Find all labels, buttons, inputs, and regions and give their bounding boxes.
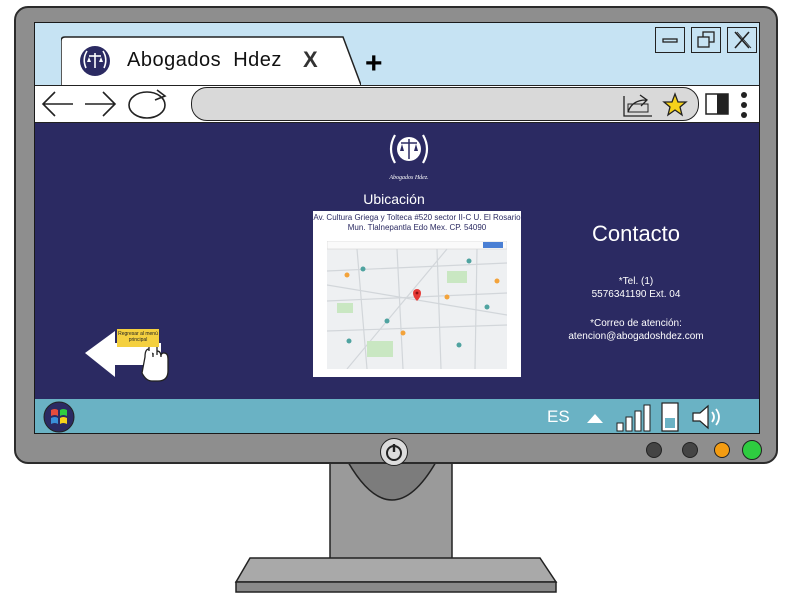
- minimize-button[interactable]: [655, 27, 685, 53]
- star-bookmark-icon[interactable]: [662, 92, 688, 118]
- tab-logo-icon: [80, 46, 110, 76]
- battery-icon[interactable]: [661, 402, 679, 432]
- location-title: Ubicación: [363, 191, 425, 207]
- monitor-led-2: [682, 442, 698, 458]
- new-tab-button[interactable]: +: [365, 49, 383, 79]
- sidebar-toggle-icon[interactable]: [705, 93, 729, 115]
- start-menu-icon[interactable]: [43, 401, 75, 433]
- monitor-led-1: [646, 442, 662, 458]
- maximize-button[interactable]: [691, 27, 721, 53]
- share-icon[interactable]: [622, 92, 654, 118]
- email-info: *Correo de atención: atencion@abogadoshd…: [543, 317, 729, 343]
- power-icon: [386, 444, 402, 461]
- forward-arrow-icon[interactable]: [83, 90, 117, 118]
- logo-caption: Abogados Hdez.: [388, 175, 428, 181]
- signal-strength-icon[interactable]: [615, 403, 657, 433]
- browser-tabbar: Abogados Hdez X +: [35, 23, 759, 85]
- close-window-button[interactable]: [727, 27, 757, 53]
- menu-kebab-icon[interactable]: [739, 90, 749, 120]
- close-icon: [734, 31, 752, 49]
- tray-expand-icon[interactable]: [585, 411, 605, 425]
- restore-icon: [697, 31, 715, 48]
- taskbar: ES: [35, 399, 759, 433]
- map-image[interactable]: [327, 241, 507, 369]
- screen: Abogados Hdez X + Abogados Hdez. Ubicaci…: [34, 22, 760, 434]
- phone-number: 5576341190 Ext. 04: [591, 289, 681, 300]
- minimize-icon: [662, 38, 678, 43]
- browser-navbar: [35, 85, 759, 123]
- reload-icon[interactable]: [125, 88, 173, 120]
- tab-close-icon[interactable]: X: [303, 47, 318, 73]
- monitor-led-3: [714, 442, 730, 458]
- back-to-menu-label[interactable]: Regresar al menú principal: [117, 329, 159, 347]
- volume-icon[interactable]: [691, 403, 727, 431]
- contact-title: Contacto: [591, 221, 681, 246]
- firm-logo: Abogados Hdez.: [388, 134, 429, 181]
- address-line-1: Av. Cultura Griega y Tolteca #520 sector…: [313, 213, 521, 222]
- address: Av. Cultura Griega y Tolteca #520 sector…: [313, 213, 521, 233]
- address-line-2: Mun. Tlalnepantla Edo Mex. CP. 54090: [347, 223, 487, 232]
- back-arrow-icon[interactable]: [41, 90, 75, 118]
- location-card: Av. Cultura Griega y Tolteca #520 sector…: [313, 211, 521, 377]
- url-bar[interactable]: [191, 87, 699, 121]
- email-address[interactable]: atencion@abogadoshdez.com: [543, 330, 729, 343]
- phone-label: *Tel. (1): [618, 276, 654, 287]
- power-button[interactable]: [380, 438, 408, 466]
- language-indicator[interactable]: ES: [547, 407, 570, 427]
- tab-title: Abogados Hdez: [127, 49, 282, 71]
- location-heading-row: Ubicación: [35, 191, 759, 209]
- phone-info: *Tel. (1) 5576341190 Ext. 04: [555, 275, 717, 301]
- email-label: *Correo de atención:: [590, 318, 682, 329]
- monitor-led-4: [742, 440, 762, 460]
